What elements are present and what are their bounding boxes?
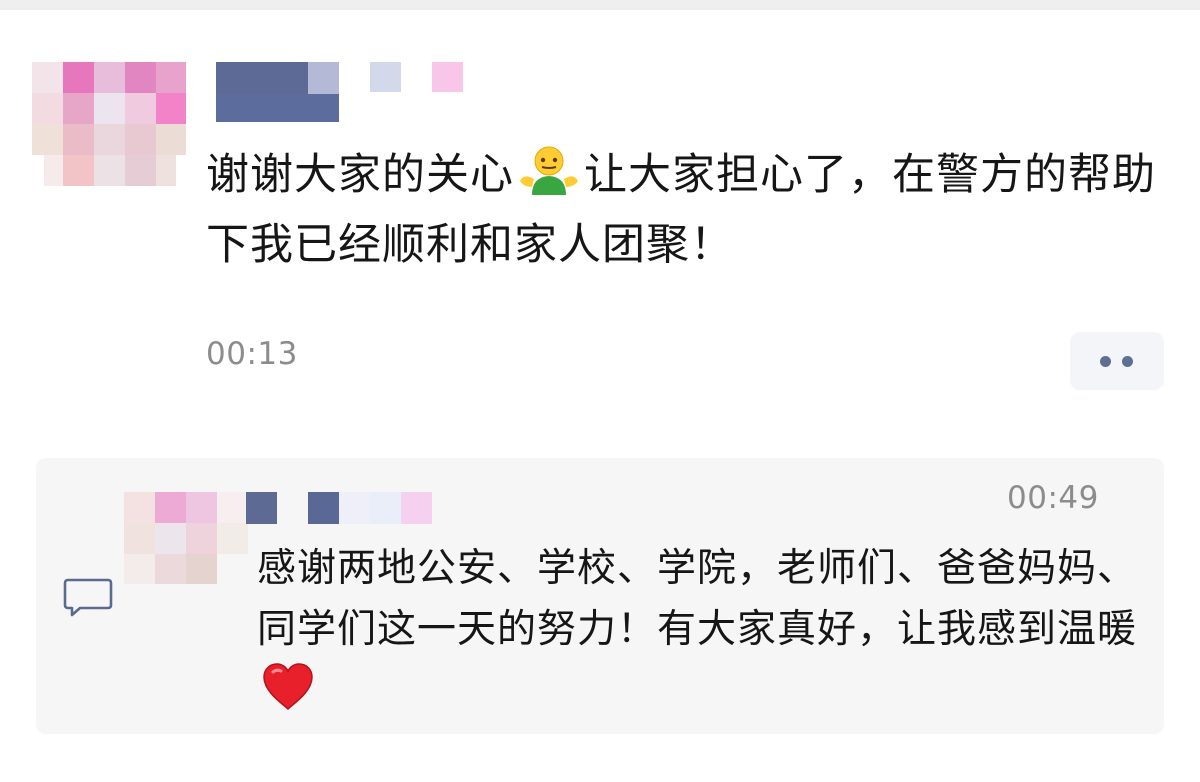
commenter-avatar-blurred[interactable] (124, 492, 248, 584)
comment-timestamp: 00:49 (1007, 480, 1099, 516)
post-text-part1: 谢谢大家的关心 (206, 150, 514, 200)
post-text: 谢谢大家的关心 让大家担心了，在警方的帮助下我已经顺利和家人团聚！ (206, 140, 1166, 280)
comment-text: 感谢两地公安、学校、学院，老师们、爸爸妈妈、同学们这一天的努力！有大家真好，让我… (257, 538, 1137, 721)
username-blurred[interactable] (216, 62, 466, 122)
commenter-name-blurred[interactable] (246, 492, 436, 524)
more-button[interactable] (1070, 332, 1164, 390)
person-shrug-emoji (520, 146, 578, 195)
top-divider (0, 0, 1200, 10)
comment-bubble-icon (63, 578, 113, 617)
dot-2 (1122, 356, 1133, 367)
screen: 谢谢大家的关心 让大家担心了，在警方的帮助下我已经顺利和家人团聚！ 00:13 (0, 0, 1200, 782)
red-heart-emoji (263, 663, 313, 711)
dot-1 (1100, 356, 1111, 367)
comment-text-body: 感谢两地公安、学校、学院，老师们、爸爸妈妈、同学们这一天的努力！有大家真好，让我… (257, 546, 1138, 652)
post-timestamp: 00:13 (206, 336, 298, 372)
avatar-blurred[interactable] (32, 62, 186, 186)
